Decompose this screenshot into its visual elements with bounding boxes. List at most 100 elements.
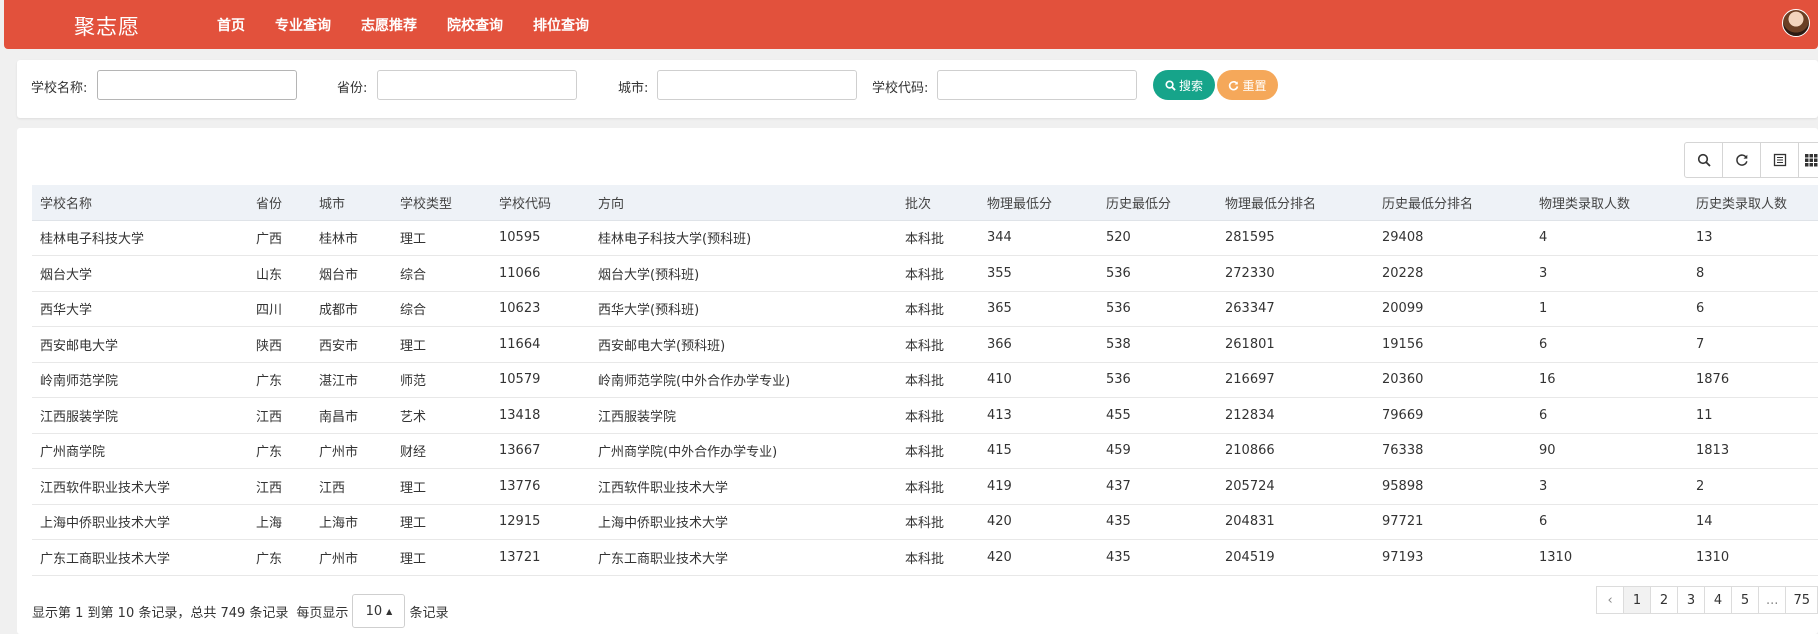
table-cell: 广东工商职业技术大学 <box>590 539 897 576</box>
table-cell: 12915 <box>491 504 590 540</box>
search-icon <box>1697 153 1711 167</box>
column-header[interactable]: 物理类录取人数 <box>1531 185 1688 221</box>
page-button-2[interactable]: 2 <box>1650 586 1679 614</box>
page-button-1[interactable]: 1 <box>1623 586 1652 614</box>
table-cell: 6 <box>1531 504 1688 540</box>
table-cell: 344 <box>979 220 1098 256</box>
table-row[interactable]: 江西软件职业技术大学 江西 江西 理工 13776 江西软件职业技术大学 本科批 419 437… <box>32 468 1818 505</box>
column-header[interactable]: 城市 <box>311 185 392 221</box>
table-row[interactable]: 烟台大学 山东 烟台市 综合 11066 烟台大学(预科班) 本科批 355 536 272330… <box>32 255 1818 292</box>
per-page-suffix: 条记录 <box>409 605 449 621</box>
table-row[interactable]: 广东工商职业技术大学 广东 广州市 理工 13721 广东工商职业技术大学 本科批 420 43… <box>32 539 1818 576</box>
table-cell: 1310 <box>1531 539 1688 576</box>
province-input[interactable] <box>377 70 577 100</box>
nav-link-school-search[interactable]: 院校查询 <box>447 15 503 35</box>
search-button[interactable]: 搜索 <box>1153 70 1215 100</box>
table-cell: 435 <box>1098 504 1217 540</box>
nav-link-recommend[interactable]: 志愿推荐 <box>361 15 417 35</box>
column-header[interactable]: 历史最低分排名 <box>1374 185 1531 221</box>
column-header[interactable]: 学校名称 <box>32 185 248 221</box>
table-row[interactable]: 江西服装学院 江西 南昌市 艺术 13418 江西服装学院 本科批 413 455 212834 7… <box>32 397 1818 434</box>
prev-page-button[interactable]: ‹ <box>1596 586 1625 614</box>
column-header[interactable]: 批次 <box>897 185 979 221</box>
column-header[interactable]: 物理最低分排名 <box>1217 185 1374 221</box>
page-size-value: 10 <box>365 603 383 619</box>
table-cell: 综合 <box>392 291 491 327</box>
table-toolbar <box>1684 142 1818 178</box>
table-row[interactable]: 桂林电子科技大学 广西 桂林市 理工 10595 桂林电子科技大学(预科班) 本科批 344 5… <box>32 220 1818 256</box>
table-cell: 76338 <box>1374 433 1531 469</box>
column-header[interactable]: 学校代码 <box>491 185 590 221</box>
table-cell: 南昌市 <box>311 397 392 434</box>
table-cell: 岭南师范学院 <box>32 362 248 398</box>
table-cell: 272330 <box>1217 255 1374 292</box>
table-cell: 14 <box>1688 504 1818 540</box>
table-cell: 6 <box>1531 326 1688 363</box>
table-cell: 10579 <box>491 362 590 398</box>
page-button-5[interactable]: 5 <box>1731 586 1760 614</box>
table-cell: 419 <box>979 468 1098 505</box>
page-button-4[interactable]: 4 <box>1704 586 1733 614</box>
table-cell: 理工 <box>392 468 491 505</box>
reset-button[interactable]: 重置 <box>1217 70 1278 100</box>
caret-up-icon: ▲ <box>386 606 393 616</box>
column-header[interactable]: 历史类录取人数 <box>1688 185 1818 221</box>
toolbar-toggle-view-button[interactable] <box>1760 142 1799 178</box>
school-name-input[interactable] <box>97 70 297 100</box>
table-cell: 师范 <box>392 362 491 398</box>
table-cell: 烟台大学 <box>32 255 248 292</box>
table-cell: 广州商学院(中外合作办学专业) <box>590 433 897 469</box>
table-cell: 413 <box>979 397 1098 434</box>
table-row[interactable]: 上海中侨职业技术大学 上海 上海市 理工 12915 上海中侨职业技术大学 本科批 420 43… <box>32 504 1818 540</box>
per-page-prefix: 每页显示 <box>296 605 349 621</box>
column-header[interactable]: 方向 <box>590 185 897 221</box>
column-header[interactable]: 历史最低分 <box>1098 185 1217 221</box>
table-cell: 本科批 <box>897 220 979 256</box>
column-header[interactable]: 物理最低分 <box>979 185 1098 221</box>
table-body: 桂林电子科技大学 广西 桂林市 理工 10595 桂林电子科技大学(预科班) 本科批 344 5… <box>32 220 1818 576</box>
nav-link-rank-search[interactable]: 排位查询 <box>533 15 589 35</box>
table-cell: 29408 <box>1374 220 1531 256</box>
table-cell: 20099 <box>1374 291 1531 327</box>
nav-link-home[interactable]: 首页 <box>217 15 245 35</box>
table-cell: 成都市 <box>311 291 392 327</box>
school-name-label: 学校名称: <box>31 81 88 96</box>
table-cell: 理工 <box>392 220 491 256</box>
toolbar-refresh-button[interactable] <box>1722 142 1761 178</box>
table-cell: 江西服装学院 <box>32 397 248 434</box>
table-row[interactable]: 西华大学 四川 成都市 综合 10623 西华大学(预科班) 本科批 365 536 263347… <box>32 291 1818 327</box>
table-row[interactable]: 岭南师范学院 广东 湛江市 师范 10579 岭南师范学院(中外合作办学专业) 本科批 410… <box>32 362 1818 398</box>
table-row[interactable]: 广州商学院 广东 广州市 财经 13667 广州商学院(中外合作办学专业) 本科批 415 45… <box>32 433 1818 469</box>
page-button-75[interactable]: 75 <box>1785 586 1818 614</box>
table-row[interactable]: 西安邮电大学 陕西 西安市 理工 11664 西安邮电大学(预科班) 本科批 366 538 26… <box>32 326 1818 363</box>
brand-logo-text[interactable]: 聚志愿 <box>74 11 140 41</box>
table-cell: 广东工商职业技术大学 <box>32 539 248 576</box>
table-cell: 山东 <box>248 255 311 292</box>
user-avatar[interactable] <box>1782 9 1810 37</box>
column-header[interactable]: 学校类型 <box>392 185 491 221</box>
table-cell: 261801 <box>1217 326 1374 363</box>
table-cell: 20360 <box>1374 362 1531 398</box>
page-button-3[interactable]: 3 <box>1677 586 1706 614</box>
table-cell: 13721 <box>491 539 590 576</box>
table-cell: 1813 <box>1688 433 1818 469</box>
city-input[interactable] <box>657 70 857 100</box>
toolbar-columns-button[interactable] <box>1798 142 1818 178</box>
page-size-dropdown[interactable]: 10 ▲ <box>352 594 406 628</box>
toolbar-search-button[interactable] <box>1684 142 1723 178</box>
column-header[interactable]: 省份 <box>248 185 311 221</box>
table-cell: 上海中侨职业技术大学 <box>32 504 248 540</box>
table-cell: 桂林电子科技大学 <box>32 220 248 256</box>
refresh-icon <box>1229 80 1239 90</box>
table-cell: 366 <box>979 326 1098 363</box>
pagination: ‹ 1 2 3 4 5... 75 <box>1596 586 1818 614</box>
table-cell: 95898 <box>1374 468 1531 505</box>
table-cell: 西安邮电大学 <box>32 326 248 363</box>
table-cell: 理工 <box>392 326 491 363</box>
table-cell: 13418 <box>491 397 590 434</box>
school-code-input[interactable] <box>937 70 1137 100</box>
table-cell: 11 <box>1688 397 1818 434</box>
nav-link-major-search[interactable]: 专业查询 <box>275 15 331 35</box>
table-cell: 355 <box>979 255 1098 292</box>
search-icon <box>1165 79 1176 91</box>
